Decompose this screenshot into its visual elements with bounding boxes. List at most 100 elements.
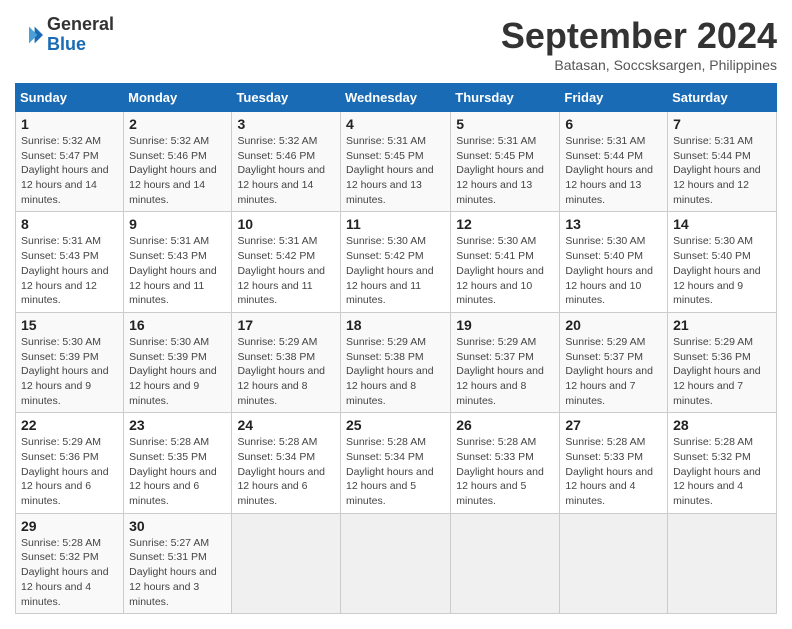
day-number: 7 xyxy=(673,116,771,132)
calendar-cell: 8 Sunrise: 5:31 AM Sunset: 5:43 PM Dayli… xyxy=(16,212,124,312)
week-row-4: 22 Sunrise: 5:29 AM Sunset: 5:36 PM Dayl… xyxy=(16,413,777,513)
logo-line2: Blue xyxy=(47,35,114,55)
day-info: Sunrise: 5:28 AM Sunset: 5:33 PM Dayligh… xyxy=(456,435,554,508)
week-row-3: 15 Sunrise: 5:30 AM Sunset: 5:39 PM Dayl… xyxy=(16,312,777,412)
day-info: Sunrise: 5:32 AM Sunset: 5:46 PM Dayligh… xyxy=(237,134,335,207)
day-number: 10 xyxy=(237,216,335,232)
day-info: Sunrise: 5:28 AM Sunset: 5:32 PM Dayligh… xyxy=(673,435,771,508)
day-number: 28 xyxy=(673,417,771,433)
day-info: Sunrise: 5:30 AM Sunset: 5:39 PM Dayligh… xyxy=(21,335,118,408)
calendar-cell: 17 Sunrise: 5:29 AM Sunset: 5:38 PM Dayl… xyxy=(232,312,341,412)
day-info: Sunrise: 5:30 AM Sunset: 5:40 PM Dayligh… xyxy=(565,234,662,307)
day-number: 14 xyxy=(673,216,771,232)
day-number: 30 xyxy=(129,518,226,534)
week-row-1: 1 Sunrise: 5:32 AM Sunset: 5:47 PM Dayli… xyxy=(16,112,777,212)
col-header-monday: Monday xyxy=(124,84,232,112)
col-header-wednesday: Wednesday xyxy=(341,84,451,112)
day-info: Sunrise: 5:28 AM Sunset: 5:35 PM Dayligh… xyxy=(129,435,226,508)
calendar-cell: 12 Sunrise: 5:30 AM Sunset: 5:41 PM Dayl… xyxy=(451,212,560,312)
day-number: 13 xyxy=(565,216,662,232)
calendar-cell: 20 Sunrise: 5:29 AM Sunset: 5:37 PM Dayl… xyxy=(560,312,668,412)
logo-icon xyxy=(15,21,43,49)
day-number: 27 xyxy=(565,417,662,433)
day-number: 20 xyxy=(565,317,662,333)
day-number: 25 xyxy=(346,417,445,433)
day-info: Sunrise: 5:30 AM Sunset: 5:39 PM Dayligh… xyxy=(129,335,226,408)
calendar-cell: 22 Sunrise: 5:29 AM Sunset: 5:36 PM Dayl… xyxy=(16,413,124,513)
col-header-saturday: Saturday xyxy=(668,84,777,112)
day-number: 23 xyxy=(129,417,226,433)
calendar-cell xyxy=(451,513,560,613)
calendar-cell: 27 Sunrise: 5:28 AM Sunset: 5:33 PM Dayl… xyxy=(560,413,668,513)
logo-line1: General xyxy=(47,15,114,35)
day-info: Sunrise: 5:32 AM Sunset: 5:46 PM Dayligh… xyxy=(129,134,226,207)
day-info: Sunrise: 5:30 AM Sunset: 5:40 PM Dayligh… xyxy=(673,234,771,307)
day-info: Sunrise: 5:31 AM Sunset: 5:43 PM Dayligh… xyxy=(21,234,118,307)
day-info: Sunrise: 5:30 AM Sunset: 5:42 PM Dayligh… xyxy=(346,234,445,307)
calendar-cell: 9 Sunrise: 5:31 AM Sunset: 5:43 PM Dayli… xyxy=(124,212,232,312)
day-info: Sunrise: 5:29 AM Sunset: 5:38 PM Dayligh… xyxy=(346,335,445,408)
day-info: Sunrise: 5:29 AM Sunset: 5:36 PM Dayligh… xyxy=(21,435,118,508)
day-info: Sunrise: 5:29 AM Sunset: 5:37 PM Dayligh… xyxy=(456,335,554,408)
day-info: Sunrise: 5:28 AM Sunset: 5:34 PM Dayligh… xyxy=(346,435,445,508)
day-info: Sunrise: 5:32 AM Sunset: 5:47 PM Dayligh… xyxy=(21,134,118,207)
calendar-cell: 30 Sunrise: 5:27 AM Sunset: 5:31 PM Dayl… xyxy=(124,513,232,613)
day-info: Sunrise: 5:31 AM Sunset: 5:44 PM Dayligh… xyxy=(673,134,771,207)
calendar-cell: 23 Sunrise: 5:28 AM Sunset: 5:35 PM Dayl… xyxy=(124,413,232,513)
day-number: 17 xyxy=(237,317,335,333)
day-info: Sunrise: 5:29 AM Sunset: 5:38 PM Dayligh… xyxy=(237,335,335,408)
day-number: 5 xyxy=(456,116,554,132)
calendar-cell: 24 Sunrise: 5:28 AM Sunset: 5:34 PM Dayl… xyxy=(232,413,341,513)
calendar-cell: 3 Sunrise: 5:32 AM Sunset: 5:46 PM Dayli… xyxy=(232,112,341,212)
week-row-5: 29 Sunrise: 5:28 AM Sunset: 5:32 PM Dayl… xyxy=(16,513,777,613)
col-header-tuesday: Tuesday xyxy=(232,84,341,112)
calendar-cell: 21 Sunrise: 5:29 AM Sunset: 5:36 PM Dayl… xyxy=(668,312,777,412)
day-info: Sunrise: 5:28 AM Sunset: 5:32 PM Dayligh… xyxy=(21,536,118,609)
day-number: 6 xyxy=(565,116,662,132)
page-header: General Blue September 2024 Batasan, Soc… xyxy=(15,15,777,73)
col-header-thursday: Thursday xyxy=(451,84,560,112)
day-number: 22 xyxy=(21,417,118,433)
day-number: 3 xyxy=(237,116,335,132)
calendar-cell xyxy=(560,513,668,613)
calendar-cell: 6 Sunrise: 5:31 AM Sunset: 5:44 PM Dayli… xyxy=(560,112,668,212)
calendar-cell: 16 Sunrise: 5:30 AM Sunset: 5:39 PM Dayl… xyxy=(124,312,232,412)
calendar-cell: 14 Sunrise: 5:30 AM Sunset: 5:40 PM Dayl… xyxy=(668,212,777,312)
day-number: 15 xyxy=(21,317,118,333)
day-number: 8 xyxy=(21,216,118,232)
calendar-cell: 1 Sunrise: 5:32 AM Sunset: 5:47 PM Dayli… xyxy=(16,112,124,212)
calendar-header-row: SundayMondayTuesdayWednesdayThursdayFrid… xyxy=(16,84,777,112)
day-info: Sunrise: 5:31 AM Sunset: 5:43 PM Dayligh… xyxy=(129,234,226,307)
day-number: 1 xyxy=(21,116,118,132)
calendar-cell: 29 Sunrise: 5:28 AM Sunset: 5:32 PM Dayl… xyxy=(16,513,124,613)
day-number: 29 xyxy=(21,518,118,534)
day-info: Sunrise: 5:29 AM Sunset: 5:36 PM Dayligh… xyxy=(673,335,771,408)
calendar-cell: 5 Sunrise: 5:31 AM Sunset: 5:45 PM Dayli… xyxy=(451,112,560,212)
day-info: Sunrise: 5:31 AM Sunset: 5:44 PM Dayligh… xyxy=(565,134,662,207)
day-number: 9 xyxy=(129,216,226,232)
calendar-cell xyxy=(341,513,451,613)
calendar-cell: 11 Sunrise: 5:30 AM Sunset: 5:42 PM Dayl… xyxy=(341,212,451,312)
day-number: 12 xyxy=(456,216,554,232)
calendar-cell: 4 Sunrise: 5:31 AM Sunset: 5:45 PM Dayli… xyxy=(341,112,451,212)
col-header-sunday: Sunday xyxy=(16,84,124,112)
day-number: 2 xyxy=(129,116,226,132)
calendar-cell xyxy=(232,513,341,613)
month-year: September 2024 xyxy=(501,15,777,57)
calendar-cell: 15 Sunrise: 5:30 AM Sunset: 5:39 PM Dayl… xyxy=(16,312,124,412)
calendar-cell: 25 Sunrise: 5:28 AM Sunset: 5:34 PM Dayl… xyxy=(341,413,451,513)
day-info: Sunrise: 5:28 AM Sunset: 5:33 PM Dayligh… xyxy=(565,435,662,508)
calendar-cell xyxy=(668,513,777,613)
day-number: 26 xyxy=(456,417,554,433)
day-number: 4 xyxy=(346,116,445,132)
day-info: Sunrise: 5:27 AM Sunset: 5:31 PM Dayligh… xyxy=(129,536,226,609)
day-number: 24 xyxy=(237,417,335,433)
calendar-cell: 28 Sunrise: 5:28 AM Sunset: 5:32 PM Dayl… xyxy=(668,413,777,513)
day-info: Sunrise: 5:29 AM Sunset: 5:37 PM Dayligh… xyxy=(565,335,662,408)
col-header-friday: Friday xyxy=(560,84,668,112)
day-info: Sunrise: 5:31 AM Sunset: 5:45 PM Dayligh… xyxy=(456,134,554,207)
calendar-cell: 19 Sunrise: 5:29 AM Sunset: 5:37 PM Dayl… xyxy=(451,312,560,412)
day-number: 21 xyxy=(673,317,771,333)
calendar-cell: 26 Sunrise: 5:28 AM Sunset: 5:33 PM Dayl… xyxy=(451,413,560,513)
location: Batasan, Soccsksargen, Philippines xyxy=(501,57,777,73)
